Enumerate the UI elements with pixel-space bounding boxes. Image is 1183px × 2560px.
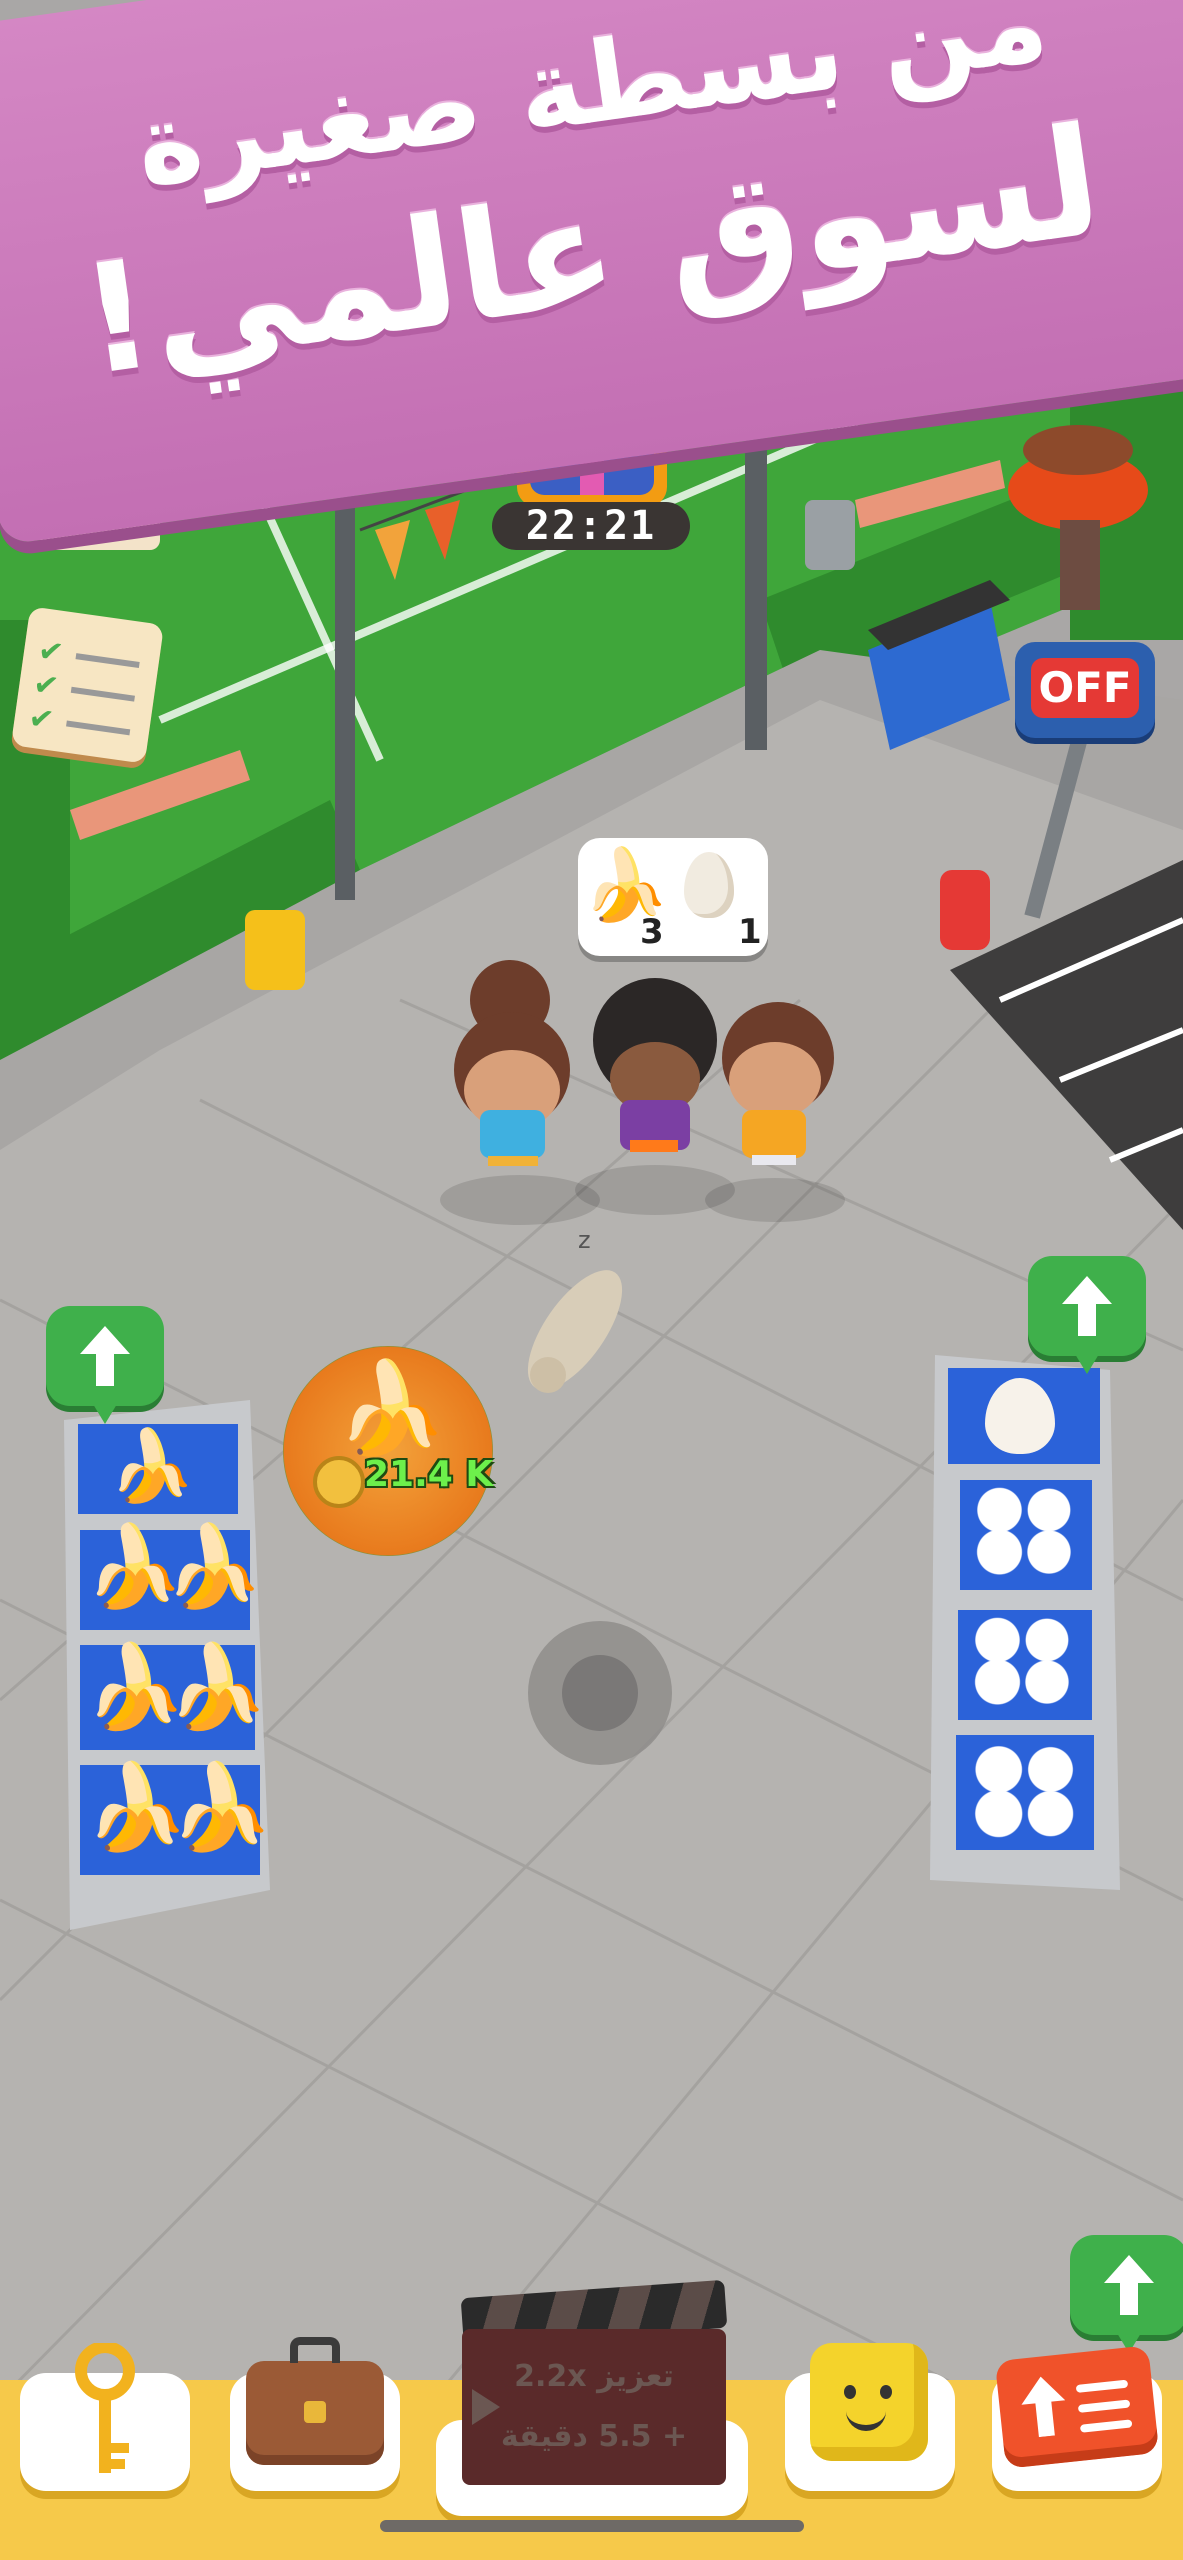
egg-crate-icon — [970, 1738, 1085, 1843]
banana-pile-icon: 🍌 — [335, 1356, 448, 1461]
banana-bunch-icon: 🍌🍌 — [84, 1520, 263, 1613]
market-stall-button[interactable] — [40, 445, 160, 555]
home-indicator — [380, 2520, 804, 2532]
gift-box-button[interactable] — [512, 368, 672, 508]
egg-crate-icon — [970, 1610, 1080, 1710]
briefcase-icon — [246, 2337, 384, 2465]
ad-boost-button[interactable]: تعزيز 2.2x + 5.5 دقيقة — [460, 2279, 728, 2485]
customize-character-button[interactable] — [785, 2343, 955, 2491]
coin-amount: 21.4 K — [364, 1454, 494, 1495]
inventory-button[interactable] — [230, 2337, 400, 2491]
banana-stand-upgrade-button[interactable] — [46, 1306, 164, 1424]
up-arrow-icon — [1062, 1276, 1112, 1336]
egg-order-count: 1 — [738, 912, 762, 952]
banana-bunch-icon: 🍌🍌 — [84, 1640, 268, 1735]
boost-multiplier-text: تعزيز 2.2x — [514, 2359, 674, 2394]
gift-timer: 22:21 — [492, 502, 690, 550]
up-arrow-icon — [80, 1326, 130, 1386]
banana-bunch-icon: 🍌🍌 — [84, 1758, 273, 1856]
egg-crate-icon — [972, 1480, 1082, 1580]
banana-pile-collect-button[interactable]: 🍌 — [283, 1346, 493, 1556]
upgrade-ticket-icon — [994, 2345, 1160, 2469]
checklist-icon[interactable]: ✔ ✔ ✔ — [10, 606, 165, 764]
yellow-cube-face-icon — [810, 2343, 928, 2461]
banana-sign-icon: 🍌 — [108, 1425, 196, 1507]
boost-duration-text: + 5.5 دقيقة — [500, 2419, 688, 2454]
svg-text:z: z — [578, 1226, 591, 1254]
banana-order-count: 3 — [640, 912, 664, 952]
keys-button[interactable] — [20, 2343, 190, 2491]
upgrades-button[interactable] — [992, 2345, 1162, 2491]
order-bubble: 🍌 3 1 — [578, 838, 768, 956]
movement-joystick[interactable] — [528, 1621, 672, 1765]
radio-off-label: OFF — [1031, 658, 1139, 718]
egg-icon — [684, 852, 734, 918]
upgrades-notification-button[interactable] — [1070, 2235, 1183, 2353]
egg-stand-upgrade-button[interactable] — [1028, 1256, 1146, 1374]
coin-icon — [313, 1456, 365, 1508]
up-arrow-icon — [1104, 2255, 1154, 2315]
key-icon — [75, 2343, 135, 2473]
radio-toggle-button[interactable]: OFF — [1015, 642, 1155, 738]
